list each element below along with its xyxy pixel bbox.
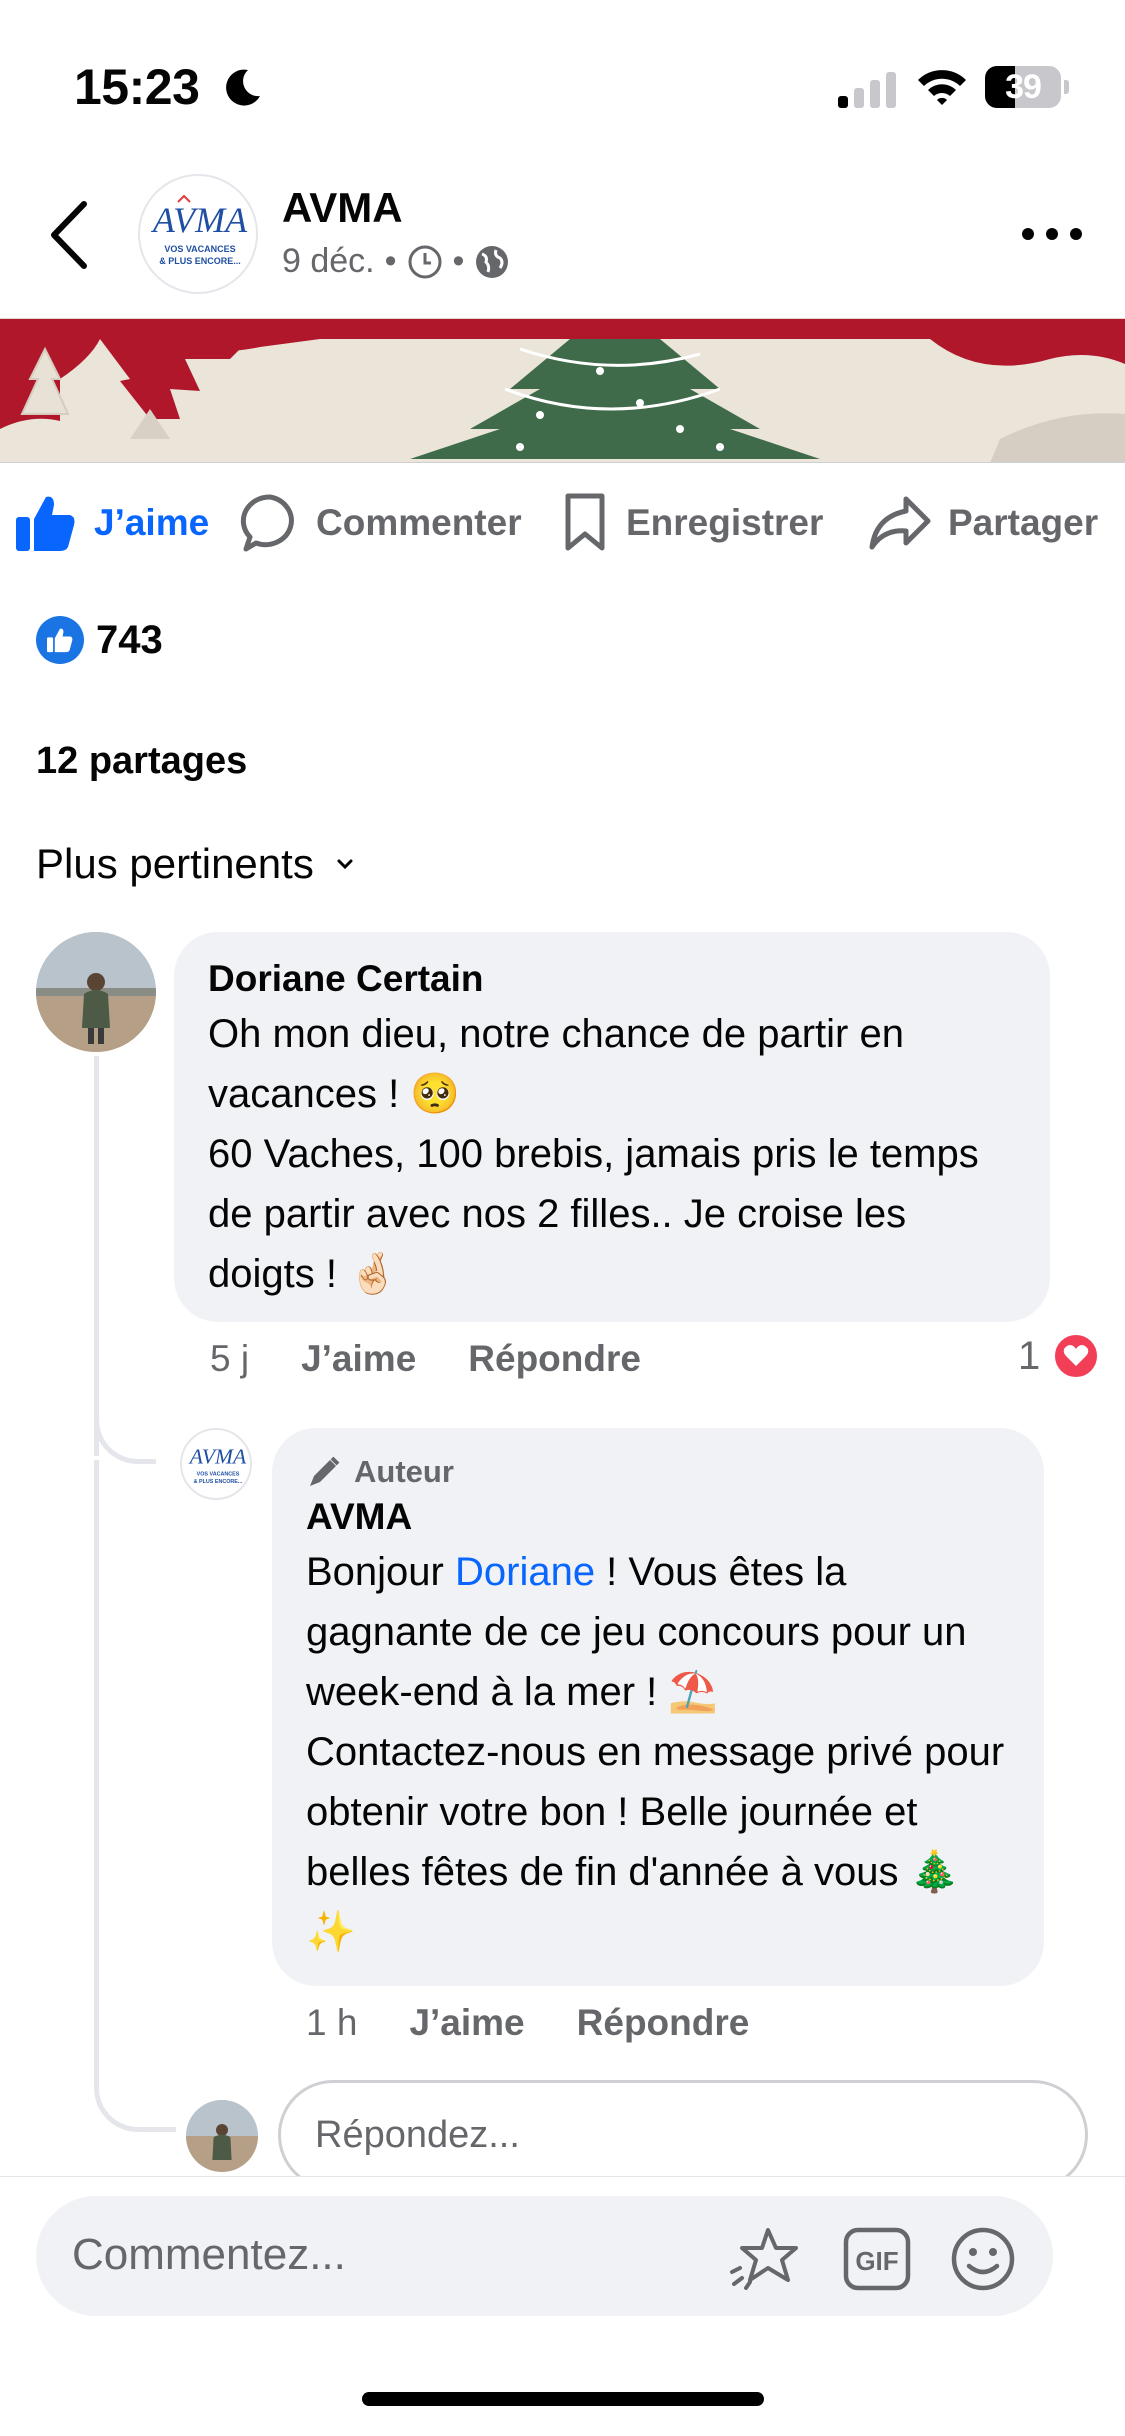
comment-author[interactable]: Doriane Certain: [208, 958, 1016, 1000]
meta-separator: •: [452, 242, 465, 280]
clock-icon: [408, 245, 442, 278]
reply-text-start: Bonjour: [306, 1550, 455, 1594]
avma-logo-icon: AVMA VOS VACANCES & PLUS ENCORE...: [151, 194, 248, 266]
reaction-summary[interactable]: 743: [36, 612, 163, 668]
post-action-bar: J’aime Commenter Enregistrer Partager: [0, 462, 1125, 582]
moon-icon: [226, 69, 260, 106]
meta-separator: •: [384, 242, 397, 280]
avatar-sticker-icon[interactable]: [728, 2226, 804, 2292]
share-label: Partager: [948, 502, 1099, 543]
comment-bubble-icon: [240, 494, 294, 552]
svg-text:& PLUS ENCORE...: & PLUS ENCORE...: [194, 1479, 243, 1485]
post-meta: 9 déc. • •: [282, 242, 510, 281]
wifi-icon: [918, 70, 966, 105]
mention-link[interactable]: Doriane: [455, 1550, 595, 1594]
reply-author-avatar[interactable]: AVMA VOS VACANCES & PLUS ENCORE...: [180, 1428, 252, 1500]
like-label: J’aime: [94, 502, 210, 543]
composer-placeholder: Commentez...: [72, 2230, 346, 2279]
comment-sort-dropdown[interactable]: Plus pertinents: [36, 840, 354, 888]
avma-logo-icon: AVMA VOS VACANCES & PLUS ENCORE...: [188, 1445, 247, 1485]
svg-text:AVMA: AVMA: [151, 200, 248, 240]
svg-text:GIF: GIF: [855, 2246, 898, 2276]
like-reaction-icon: [36, 616, 84, 664]
back-chevron-icon[interactable]: [44, 198, 94, 272]
comment-button[interactable]: Commenter: [240, 491, 522, 555]
share-button[interactable]: Partager: [868, 491, 1098, 555]
reply-input-placeholder: Répondez...: [315, 2113, 520, 2156]
thread-connector: [94, 1400, 156, 1464]
svg-text:AVMA: AVMA: [188, 1445, 247, 1469]
author-badge-label: Auteur: [354, 1454, 454, 1489]
signal-icon: [838, 72, 896, 108]
globe-icon: [476, 245, 509, 278]
battery-indicator: 39: [985, 66, 1069, 108]
page-avatar[interactable]: AVMA VOS VACANCES & PLUS ENCORE...: [138, 174, 258, 294]
thread-connector: [94, 2060, 176, 2132]
battery-level: 39: [1005, 68, 1042, 106]
status-bar: 15:23 39: [0, 0, 1125, 150]
post-date[interactable]: 9 déc.: [282, 242, 375, 281]
status-time: 15:23: [74, 59, 200, 115]
thread-line: [94, 1460, 99, 2064]
comment-actions: 5 j J’aime Répondre: [210, 1338, 693, 1380]
commenter-avatar[interactable]: [36, 932, 156, 1052]
home-indicator[interactable]: [362, 2392, 764, 2406]
bookmark-icon: [565, 493, 605, 551]
post-header: AVMA VOS VACANCES & PLUS ENCORE... AVMA …: [0, 150, 1125, 318]
reply-time[interactable]: 1 h: [306, 2002, 357, 2044]
reply-actions: 1 h J’aime Répondre: [306, 2002, 801, 2044]
emoji-icon[interactable]: [948, 2226, 1018, 2292]
svg-text:VOS VACANCES: VOS VACANCES: [197, 1472, 240, 1478]
gif-icon[interactable]: GIF: [842, 2226, 912, 2292]
reply-text: Bonjour Doriane ! Vous êtes la gagnante …: [306, 1542, 1010, 1962]
reply-input[interactable]: Répondez...: [278, 2080, 1088, 2190]
heart-icon: [1052, 1332, 1101, 1380]
svg-text:& PLUS ENCORE...: & PLUS ENCORE...: [159, 256, 241, 266]
comment-reaction-count[interactable]: 1: [1018, 1332, 1101, 1380]
more-options-icon[interactable]: [1020, 226, 1084, 242]
reply-bubble[interactable]: Auteur AVMA Bonjour Doriane ! Vous êtes …: [272, 1428, 1044, 1986]
save-button[interactable]: Enregistrer: [560, 491, 823, 555]
reply-author[interactable]: AVMA: [306, 1496, 1010, 1538]
post-image[interactable]: [0, 318, 1125, 462]
thread-line: [94, 1056, 99, 1456]
sort-label: Plus pertinents: [36, 840, 314, 887]
user-avatar: [186, 2100, 258, 2172]
comment-bubble[interactable]: Doriane Certain Oh mon dieu, notre chanc…: [174, 932, 1050, 1322]
page-name[interactable]: AVMA: [282, 184, 403, 232]
reaction-count: 743: [96, 617, 163, 662]
thumbs-up-icon: [16, 496, 75, 551]
author-pen-icon: [310, 1456, 340, 1486]
reply-reply-button[interactable]: Répondre: [577, 2002, 750, 2044]
comment-reply-button[interactable]: Répondre: [468, 1338, 641, 1380]
share-count[interactable]: 12 partages: [36, 740, 247, 783]
comment-like-button[interactable]: J’aime: [301, 1338, 416, 1380]
comment-time[interactable]: 5 j: [210, 1338, 249, 1380]
svg-text:VOS VACANCES: VOS VACANCES: [164, 244, 235, 254]
like-button[interactable]: J’aime: [14, 491, 209, 555]
comment-label: Commenter: [316, 502, 522, 543]
share-arrow-icon: [869, 496, 931, 550]
comment-composer[interactable]: Commentez... GIF: [36, 2196, 1053, 2316]
love-count: 1: [1018, 1333, 1041, 1378]
reply-text-end: ! Vous êtes la gagnante de ce jeu concou…: [306, 1550, 1005, 1954]
author-badge: Auteur: [306, 1454, 1010, 1490]
comment-text: Oh mon dieu, notre chance de partir en v…: [208, 1012, 979, 1296]
save-label: Enregistrer: [626, 502, 824, 543]
chevron-down-icon: [337, 859, 353, 870]
reply-like-button[interactable]: J’aime: [409, 2002, 524, 2044]
